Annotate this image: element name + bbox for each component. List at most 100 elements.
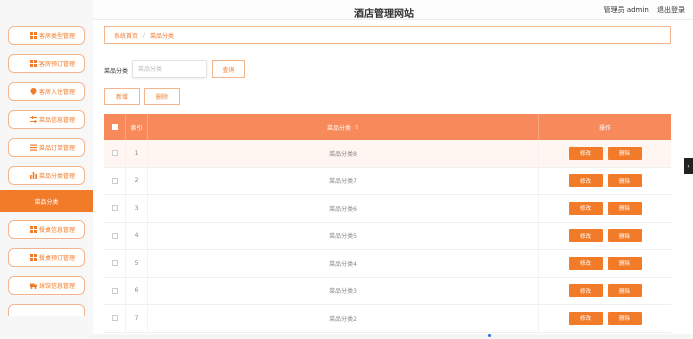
sort-icon[interactable]: ⇕	[354, 124, 359, 131]
breadcrumb-home[interactable]: 系统首页	[114, 31, 138, 40]
row-ops: 修改 删除	[539, 223, 671, 250]
grid-icon	[30, 60, 37, 67]
edit-button[interactable]: 修改	[568, 256, 603, 270]
row-name: 菜品分类7	[148, 167, 539, 194]
row-ops: 修改 删除	[539, 305, 671, 332]
row-name: 菜品分类3	[148, 277, 539, 304]
table-row: 4 菜品分类5 修改 删除	[104, 222, 671, 250]
row-ops: 修改 删除	[539, 278, 671, 305]
delete-button[interactable]: 删除	[607, 284, 642, 298]
row-index: 7	[126, 305, 148, 332]
delete-button[interactable]: 删除	[607, 229, 642, 243]
row-checkbox-cell	[104, 277, 126, 304]
table-row: 7 菜品分类2 修改 删除	[104, 305, 671, 333]
row-checkbox-cell	[104, 167, 126, 194]
delete-button[interactable]: 删除	[607, 311, 642, 325]
table-row: 1 菜品分类8 修改 删除	[104, 140, 671, 168]
row-ops: 修改 删除	[539, 140, 671, 167]
breadcrumb: 系统首页 / 菜品分类	[104, 26, 671, 44]
sidebar-subitem-dish-category[interactable]: 菜品分类	[0, 190, 93, 212]
search-label: 菜品分类	[104, 68, 129, 75]
edit-button[interactable]: 修改	[568, 229, 603, 243]
site-title: 酒店管理网站	[354, 9, 414, 20]
horizontal-scrollbar[interactable]	[93, 334, 693, 339]
row-checkbox-cell	[104, 222, 126, 249]
sidebar-item-dish-orders[interactable]: 菜品订单管理	[8, 138, 85, 157]
scroll-indicator	[488, 334, 491, 337]
table-row: 2 菜品分类7 修改 删除	[104, 167, 671, 195]
delete-button[interactable]: 删除	[607, 256, 642, 270]
row-checkbox[interactable]	[111, 287, 118, 294]
table-row: 3 菜品分类6 修改 删除	[104, 195, 671, 223]
edit-button[interactable]: 修改	[568, 311, 603, 325]
row-ops: 修改 删除	[539, 168, 671, 195]
grid-icon	[30, 32, 37, 39]
table-body: 1 菜品分类8 修改 删除 2 菜品分类7 修改 删除 3 菜品分类6 修改 删除 4 菜品分类5 修改 删除…	[104, 140, 671, 333]
row-checkbox[interactable]	[111, 232, 118, 239]
admin-user-label: 管理员 admin	[603, 6, 649, 14]
sidebar-item-dish-info[interactable]: 菜品信息管理	[8, 110, 85, 129]
row-index: 3	[126, 195, 148, 222]
breadcrumb-separator: /	[143, 31, 146, 39]
table-header: 索引 菜品分类 ⇕ 操作	[104, 114, 671, 140]
edit-button[interactable]: 修改	[568, 174, 603, 188]
bar-chart-icon	[30, 172, 37, 179]
sidebar-item-table-booking[interactable]: 餐桌预订管理	[8, 248, 85, 267]
sidebar-item-dish-category[interactable]: 菜品分类管理	[8, 166, 85, 185]
sliders-icon	[30, 116, 37, 123]
table-row: 6 菜品分类3 修改 删除	[104, 277, 671, 305]
row-name: 菜品分类4	[148, 250, 539, 277]
header-name[interactable]: 菜品分类 ⇕	[148, 114, 539, 140]
location-pin-icon	[30, 88, 37, 95]
side-collapse-tab[interactable]: ‹	[684, 158, 693, 174]
delete-button[interactable]: 删除	[607, 174, 642, 188]
breadcrumb-current: 菜品分类	[150, 32, 175, 40]
row-index: 5	[126, 250, 148, 277]
sidebar-item-partial[interactable]	[8, 304, 85, 316]
sidebar-item-room-checkin[interactable]: 客房入住管理	[8, 82, 85, 101]
grid-icon	[30, 226, 37, 233]
truck-icon	[30, 282, 37, 289]
add-button[interactable]: 新增	[104, 88, 140, 105]
row-index: 2	[126, 167, 148, 194]
row-index: 6	[126, 277, 148, 304]
edit-button[interactable]: 修改	[568, 284, 603, 298]
edit-button[interactable]: 修改	[568, 201, 603, 215]
user-area: 管理员 admin 退出登录	[598, 5, 685, 15]
row-checkbox-cell	[104, 195, 126, 222]
table-row: 5 菜品分类4 修改 删除	[104, 250, 671, 278]
sidebar-item-table-info[interactable]: 餐桌信息管理	[8, 220, 85, 239]
header-ops: 操作	[598, 124, 611, 132]
grid-icon	[30, 254, 37, 261]
row-name: 菜品分类8	[148, 140, 539, 167]
edit-button[interactable]: 修改	[568, 146, 603, 160]
header-name-label: 菜品分类	[326, 124, 351, 132]
row-checkbox[interactable]	[111, 315, 118, 322]
row-ops: 修改 删除	[539, 195, 671, 222]
sidebar-item-court-info[interactable]: 球馆信息管理	[8, 276, 85, 295]
sidebar-subitem-label: 菜品分类	[34, 198, 59, 206]
batch-delete-button[interactable]: 删除	[144, 88, 180, 105]
row-checkbox[interactable]	[111, 177, 118, 184]
top-bar: 酒店管理网站 管理员 admin 退出登录	[93, 0, 693, 20]
delete-button[interactable]: 删除	[607, 201, 642, 215]
sidebar-item-room-booking[interactable]: 客房预订管理	[8, 54, 85, 73]
row-checkbox[interactable]	[111, 205, 118, 212]
logout-link[interactable]: 退出登录	[657, 6, 685, 14]
row-checkbox[interactable]	[111, 260, 118, 267]
row-index: 1	[126, 140, 148, 167]
sidebar: 客房类型管理 客房预订管理 客房入住管理 菜品信息管理 菜品订单管理 菜品分类管…	[0, 0, 93, 339]
row-name: 菜品分类2	[148, 305, 539, 332]
sidebar-item-room-type[interactable]: 客房类型管理	[8, 26, 85, 45]
row-checkbox[interactable]	[111, 150, 118, 157]
row-checkbox-cell	[104, 250, 126, 277]
row-name: 菜品分类6	[148, 195, 539, 222]
header-index: 索引	[126, 114, 148, 140]
select-all-checkbox[interactable]	[111, 124, 118, 130]
delete-button[interactable]: 删除	[607, 146, 642, 160]
row-name: 菜品分类5	[148, 222, 539, 249]
header-checkbox-cell	[104, 114, 126, 140]
row-ops: 修改 删除	[539, 250, 671, 277]
search-button[interactable]: 查询	[212, 60, 245, 78]
search-input[interactable]	[132, 60, 207, 78]
